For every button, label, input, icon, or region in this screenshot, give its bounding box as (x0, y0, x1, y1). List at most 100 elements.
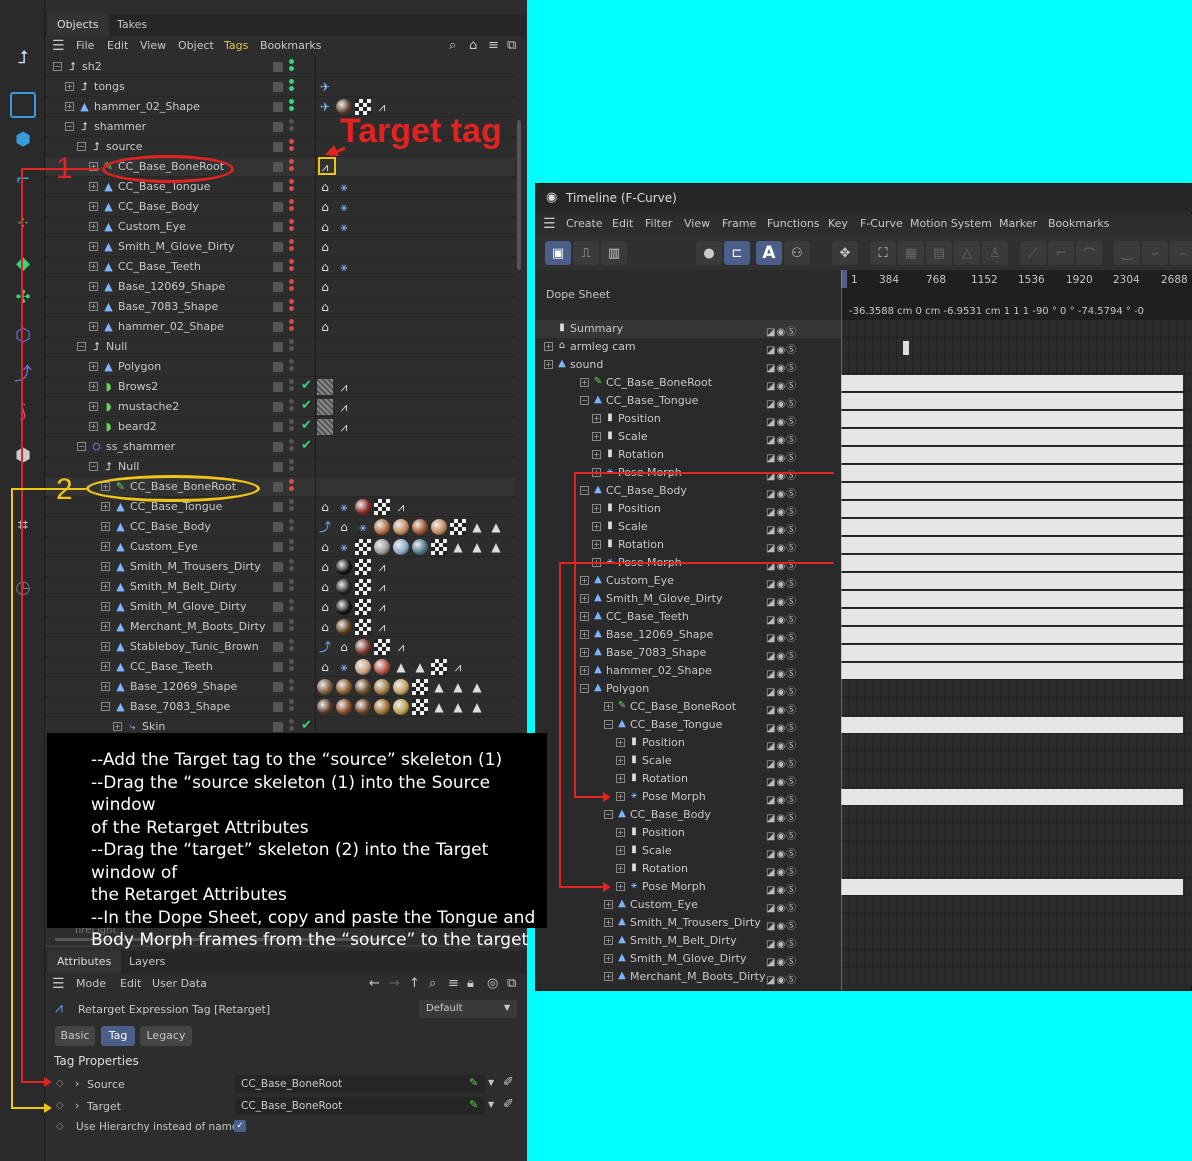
layer-checkbox[interactable] (273, 522, 283, 532)
visibility-dots[interactable] (289, 619, 295, 635)
expand-toggle[interactable]: − (77, 442, 86, 451)
uvw-tag-icon[interactable] (431, 659, 447, 675)
selection-tag-icon[interactable]: ▲ (488, 539, 504, 555)
object-row[interactable]: + ▲ CC_Base_Tongue ⌂ ⚹ ⩘ (45, 497, 515, 517)
dopesheet-row[interactable]: + ▮ Rotation ◪◉Ⓢ (536, 770, 1192, 788)
expand-toggle[interactable]: + (616, 828, 625, 837)
track-controls-icon[interactable]: ◪◉Ⓢ (766, 521, 797, 536)
object-name[interactable]: tongs (94, 80, 125, 94)
expand-toggle[interactable]: − (65, 122, 74, 131)
layer-checkbox[interactable] (273, 262, 283, 272)
protection-tag-icon[interactable]: ⌂ (336, 639, 352, 655)
menu-view[interactable]: View (140, 36, 166, 56)
layer-checkbox[interactable] (273, 462, 283, 472)
selection-tag-icon[interactable]: ▲ (431, 679, 447, 695)
track-controls-icon[interactable]: ◪◉Ⓢ (766, 917, 797, 932)
keyframe-bar[interactable] (841, 645, 1183, 661)
dopesheet-row[interactable]: + ▲ hammer_02_Shape ◪◉Ⓢ (536, 662, 1192, 680)
track-controls-icon[interactable]: ◪◉Ⓢ (766, 413, 797, 428)
keyframe-bar[interactable] (841, 519, 1183, 535)
object-name[interactable]: CC_Base_Teeth (130, 660, 213, 674)
expand-toggle[interactable]: + (101, 622, 110, 631)
dopesheet-row[interactable]: + ▲ Smith_M_Glove_Dirty ◪◉Ⓢ (536, 590, 1192, 608)
expand-toggle[interactable]: + (89, 322, 98, 331)
track-controls-icon[interactable]: ◪◉Ⓢ (766, 881, 797, 896)
move-icon[interactable]: ✥ (832, 241, 858, 265)
protection-tag-icon[interactable]: ⌂ (317, 259, 333, 275)
ease-out-icon[interactable]: ⌢ (1170, 241, 1192, 265)
track-name[interactable]: CC_Base_BoneRoot (630, 700, 736, 713)
object-name[interactable]: mustache2 (118, 400, 179, 414)
menu-fcurve[interactable]: F-Curve (860, 214, 903, 234)
keyframe-bar[interactable] (841, 429, 1183, 445)
expand-toggle[interactable]: + (592, 414, 601, 423)
pose-morph-tag-icon[interactable]: ⚹ (336, 659, 352, 675)
track-controls-icon[interactable]: ◪◉Ⓢ (766, 863, 797, 878)
keyframe-bar[interactable] (841, 879, 1183, 895)
material-tag-icon[interactable] (393, 539, 409, 555)
dopesheet-row[interactable]: + ✎ CC_Base_BoneRoot ◪◉Ⓢ (536, 698, 1192, 716)
object-row[interactable]: + ▲ Base_12069_Shape ⌂ (45, 277, 515, 297)
dopesheet-row[interactable]: + ▲ Smith_M_Belt_Dirty ◪◉Ⓢ (536, 932, 1192, 950)
visibility-dots[interactable] (289, 59, 295, 75)
track-name[interactable]: Custom_Eye (606, 574, 674, 587)
track-lane[interactable] (841, 356, 1192, 374)
subtab-legacy[interactable]: Legacy (140, 1026, 192, 1046)
material-tag-icon[interactable] (336, 579, 352, 595)
object-row[interactable]: + ▲ CC_Base_Body ⌂ ⚹ (45, 197, 515, 217)
visibility-dots[interactable] (289, 519, 295, 535)
menu-frame[interactable]: Frame (722, 214, 756, 234)
dopesheet-row[interactable]: + ⚹ Pose Morph ◪◉Ⓢ (536, 464, 1192, 482)
dopesheet-row[interactable]: + ▲ Smith_M_Trousers_Dirty ◪◉Ⓢ (536, 914, 1192, 932)
expand-toggle[interactable]: + (580, 648, 589, 657)
track-controls-icon[interactable]: ◪◉Ⓢ (766, 377, 797, 392)
visibility-dots[interactable] (289, 139, 295, 155)
layer-checkbox[interactable] (273, 642, 283, 652)
object-name[interactable]: ss_shammer (106, 440, 175, 454)
picker-icon[interactable]: ✐ (503, 1097, 514, 1112)
motion-mode-icon[interactable]: ▥ (601, 241, 627, 265)
visibility-dots[interactable] (289, 539, 295, 555)
expand-toggle[interactable]: + (101, 662, 110, 671)
menu-user-data[interactable]: User Data (152, 974, 207, 994)
protection-tag-icon[interactable]: ⌂ (317, 559, 333, 575)
expand-toggle[interactable]: + (580, 612, 589, 621)
object-name[interactable]: Polygon (118, 360, 161, 374)
protection-tag-icon[interactable]: ⌂ (317, 599, 333, 615)
object-name[interactable]: Merchant_M_Boots_Dirty (130, 620, 266, 634)
hex-icon[interactable]: ⬢ (10, 442, 36, 468)
expand-toggle[interactable]: − (580, 486, 589, 495)
object-row[interactable]: + ▲ Polygon (45, 357, 515, 377)
protection-tag-icon[interactable]: ⌂ (317, 539, 333, 555)
track-controls-icon[interactable]: ◪◉Ⓢ (766, 359, 797, 374)
material-tag-icon[interactable] (412, 539, 428, 555)
object-row[interactable]: + ▲ Base_7083_Shape ⌂ (45, 297, 515, 317)
keyframe-bar[interactable] (841, 411, 1183, 427)
keyframe-bar[interactable] (841, 717, 1183, 733)
track-name[interactable]: Pose Morph (642, 790, 706, 803)
picker-icon[interactable]: ✐ (503, 1075, 514, 1090)
layer-checkbox[interactable] (273, 82, 283, 92)
material-tag-icon[interactable] (336, 599, 352, 615)
protection-tag-icon[interactable]: ⌂ (317, 619, 333, 635)
protection-tag-icon[interactable]: ⌂ (317, 279, 333, 295)
layer-checkbox[interactable] (273, 602, 283, 612)
expand-toggle[interactable]: + (592, 522, 601, 531)
keyframe-diamond-icon[interactable]: ◇ (56, 1100, 64, 1111)
expand-toggle[interactable]: + (580, 576, 589, 585)
phong-tag-icon[interactable]: ⩘ (374, 559, 390, 575)
track-lane[interactable] (841, 914, 1192, 932)
material-tag-icon[interactable] (393, 699, 409, 715)
track-controls-icon[interactable]: ◪◉Ⓢ (766, 593, 797, 608)
track-controls-icon[interactable]: ◪◉Ⓢ (766, 557, 797, 572)
material-tag-icon[interactable] (374, 539, 390, 555)
object-name[interactable]: Base_7083_Shape (118, 300, 218, 314)
expand-toggle[interactable]: + (65, 82, 74, 91)
menu-bookmarks[interactable]: Bookmarks (1048, 214, 1109, 234)
expand-toggle[interactable]: + (101, 502, 110, 511)
menu-file[interactable]: File (76, 36, 94, 56)
layer-checkbox[interactable] (273, 102, 283, 112)
material-tag-icon[interactable] (355, 639, 371, 655)
point-icon[interactable]: ⁘ (10, 210, 36, 236)
object-name[interactable]: Base_12069_Shape (118, 280, 225, 294)
